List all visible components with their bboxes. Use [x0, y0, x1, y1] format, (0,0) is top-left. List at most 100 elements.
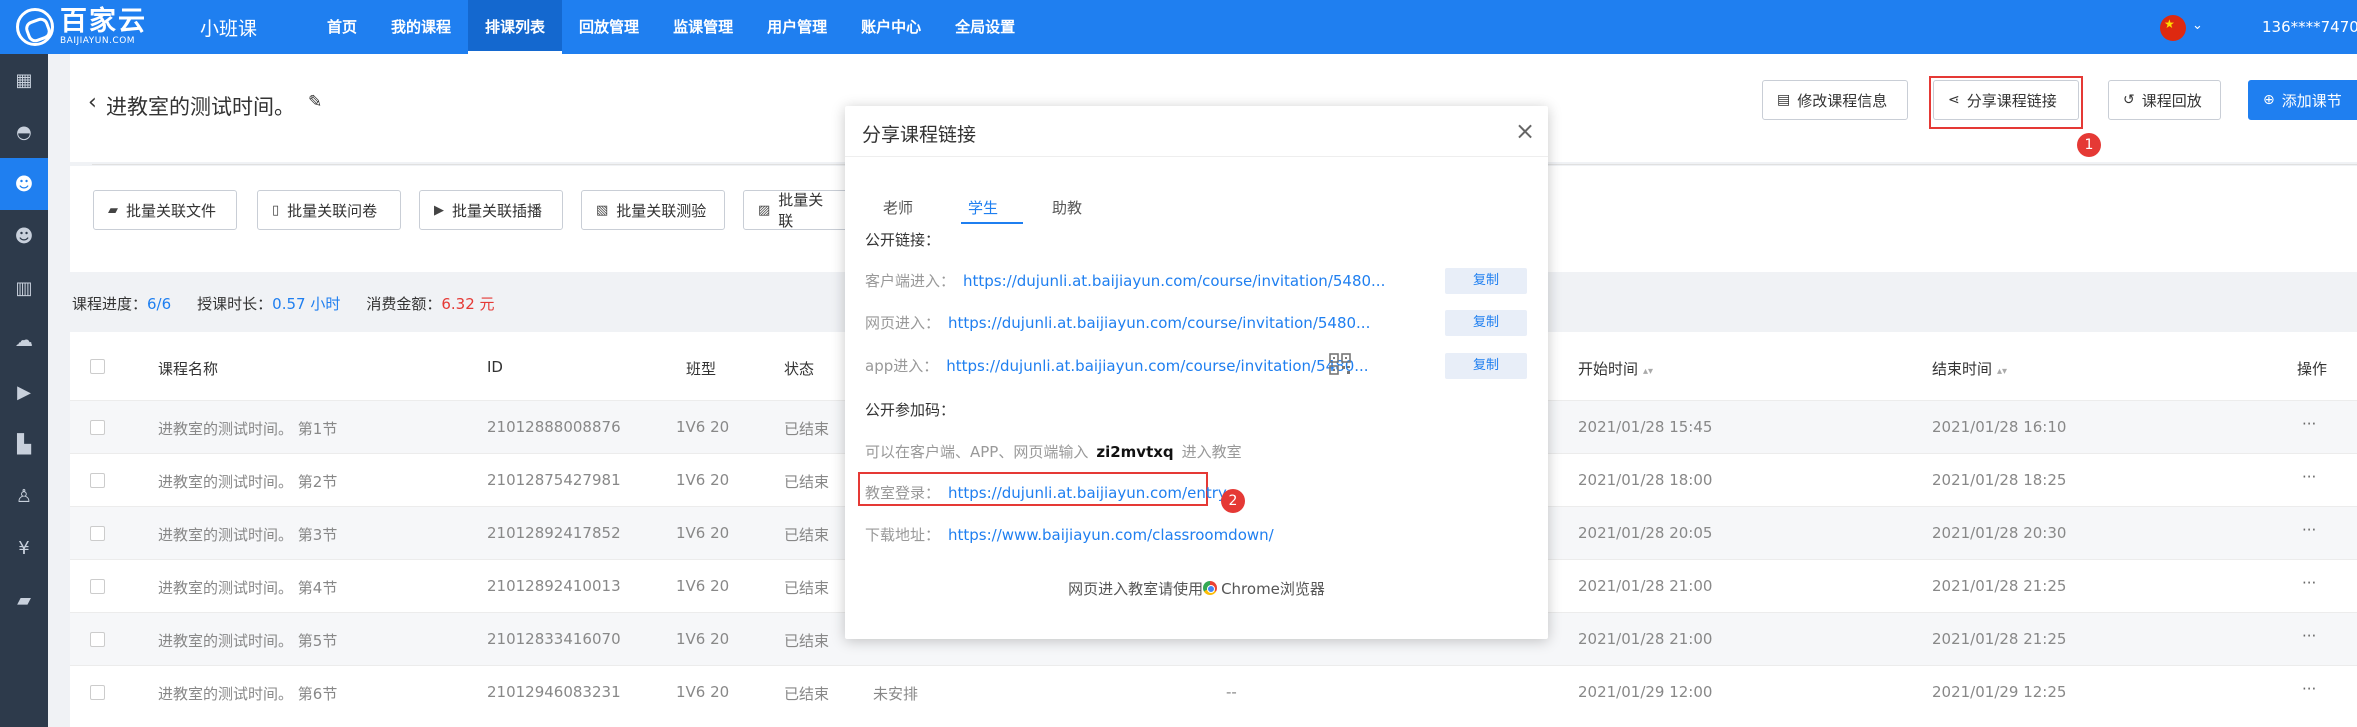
- sidebar: ▦ ◓ ☻ ☻ ▥ ☁ ▶ ▙ ♙ ¥ ▰: [0, 54, 48, 727]
- duration-value: 0.57 小时: [272, 295, 341, 313]
- sidebar-item-files[interactable]: ▰: [0, 574, 48, 626]
- sidebar-item-building[interactable]: ▥: [0, 262, 48, 314]
- nav-home[interactable]: 首页: [310, 0, 374, 54]
- lesson-name[interactable]: 进教室的测试时间。 第6节: [158, 683, 337, 704]
- row-checkbox[interactable]: [90, 420, 105, 435]
- language-flag-icon[interactable]: [2160, 15, 2186, 41]
- group-icon: ☻: [14, 225, 34, 247]
- batch-link-survey-button[interactable]: ▯ 批量关联问卷: [257, 190, 401, 230]
- close-icon[interactable]: ×: [1515, 117, 1535, 145]
- select-all-checkbox[interactable]: [90, 359, 105, 374]
- tab-student[interactable]: 学生: [968, 197, 998, 218]
- client-entry-url[interactable]: https://dujunli.at.baijiayun.com/course/…: [963, 272, 1385, 290]
- row-more-icon[interactable]: ···: [2302, 521, 2316, 539]
- sidebar-item-finance[interactable]: ¥: [0, 522, 48, 574]
- classroom-login-label: 教室登录：: [865, 484, 941, 502]
- sidebar-item-users[interactable]: ☻: [0, 158, 48, 210]
- add-lesson-button[interactable]: ⊕ 添加课节: [2248, 80, 2357, 120]
- cloud-icon: ☁: [15, 329, 33, 351]
- row-more-icon[interactable]: ···: [2302, 468, 2316, 486]
- lesson-class-type: 1V6 20: [676, 524, 730, 542]
- course-replay-button[interactable]: ↺ 课程回放: [2108, 80, 2221, 120]
- column-header-ops: 操作: [2297, 360, 2328, 378]
- column-header-start-time[interactable]: 开始时间 ▴▾: [1578, 358, 1653, 379]
- batch-link-quiz-button[interactable]: ▧ 批量关联测验: [581, 190, 725, 230]
- course-stats: 课程进度：6/6 授课时长：0.57 小时 消费金额：6.32 元: [72, 293, 521, 314]
- nav-schedule-list[interactable]: 排课列表: [468, 0, 563, 54]
- batch-link-more-button[interactable]: ▨ 批量关联: [743, 190, 853, 230]
- row-more-icon[interactable]: ···: [2302, 574, 2316, 592]
- back-arrow-icon[interactable]: ‹: [88, 90, 97, 115]
- lesson-id: 21012892410013: [487, 577, 621, 595]
- sidebar-item-teacher[interactable]: ♙: [0, 470, 48, 522]
- row-more-icon[interactable]: ···: [2302, 680, 2316, 698]
- lesson-name[interactable]: 进教室的测试时间。 第5节: [158, 630, 337, 651]
- lesson-name[interactable]: 进教室的测试时间。 第2节: [158, 471, 337, 492]
- lesson-id: 21012833416070: [487, 630, 621, 648]
- nav-replay-management[interactable]: 回放管理: [562, 0, 656, 54]
- lesson-status: 已结束: [784, 473, 830, 491]
- lesson-status: 已结束: [784, 526, 830, 544]
- row-checkbox[interactable]: [90, 632, 105, 647]
- sidebar-item-play[interactable]: ▶: [0, 366, 48, 418]
- start-time-label: 开始时间: [1578, 360, 1639, 378]
- download-url[interactable]: https://www.baijiayun.com/classroomdown/: [948, 526, 1274, 544]
- sidebar-item-user[interactable]: ◓: [0, 106, 48, 158]
- lesson-name[interactable]: 进教室的测试时间。 第3节: [158, 524, 337, 545]
- lesson-start: 2021/01/29 12:00: [1578, 683, 1713, 701]
- column-header-status: 状态: [784, 360, 815, 378]
- lesson-end: 2021/01/28 16:10: [1932, 418, 2067, 436]
- edit-title-icon[interactable]: ✎: [308, 92, 322, 112]
- qr-code-icon[interactable]: [1329, 353, 1351, 375]
- classroom-login-url[interactable]: https://dujunli.at.baijiayun.com/entry: [948, 484, 1227, 502]
- nav-user-management[interactable]: 用户管理: [750, 0, 844, 54]
- row-checkbox[interactable]: [90, 473, 105, 488]
- nav-my-courses[interactable]: 我的课程: [374, 0, 468, 54]
- sidebar-item-dashboard[interactable]: ▦: [0, 54, 48, 106]
- sidebar-item-org[interactable]: ▙: [0, 418, 48, 470]
- lesson-end: 2021/01/28 20:30: [1932, 524, 2067, 542]
- page-title: 进教室的测试时间。: [106, 95, 295, 119]
- classroom-login-row: 教室登录： https://dujunli.at.baijiayun.com/en…: [865, 482, 1227, 503]
- folder-icon: ▰: [108, 202, 118, 218]
- edit-course-info-button[interactable]: ▤ 修改课程信息: [1762, 80, 1908, 120]
- client-entry-label: 客户端进入：: [865, 272, 956, 290]
- row-checkbox[interactable]: [90, 579, 105, 594]
- tab-teacher[interactable]: 老师: [883, 197, 913, 218]
- web-entry-url[interactable]: https://dujunli.at.baijiayun.com/course/…: [948, 314, 1370, 332]
- column-header-end-time[interactable]: 结束时间 ▴▾: [1932, 358, 2007, 379]
- copy-client-link-button[interactable]: 复制: [1445, 268, 1527, 294]
- nav-account-center[interactable]: 账户中心: [844, 0, 938, 54]
- progress-value: 6/6: [147, 295, 172, 313]
- lesson-name[interactable]: 进教室的测试时间。 第4节: [158, 577, 337, 598]
- add-lesson-label: 添加课节: [2281, 91, 2342, 110]
- row-more-icon[interactable]: ···: [2302, 627, 2316, 645]
- copy-app-link-button[interactable]: 复制: [1445, 353, 1527, 379]
- row-checkbox[interactable]: [90, 526, 105, 541]
- nav-monitor-management[interactable]: 监课管理: [656, 0, 750, 54]
- batch-link-insert-button[interactable]: ▶ 批量关联插播: [419, 190, 563, 230]
- row-more-icon[interactable]: ···: [2302, 415, 2316, 433]
- tab-assistant[interactable]: 助教: [1052, 197, 1082, 218]
- copy-web-link-button[interactable]: 复制: [1445, 310, 1527, 336]
- table-row: 进教室的测试时间。 第6节 21012946083231 1V6 20 已结束 …: [70, 665, 2357, 718]
- app-entry-url[interactable]: https://dujunli.at.baijiayun.com/course/…: [946, 357, 1368, 375]
- user-account[interactable]: 136****7470: [2262, 18, 2357, 36]
- batch-link-quiz-label: 批量关联测验: [616, 201, 707, 220]
- lesson-name[interactable]: 进教室的测试时间。 第1节: [158, 418, 337, 439]
- survey-icon: ▯: [272, 202, 280, 218]
- org-icon: ▙: [17, 433, 31, 455]
- edit-course-info-label: 修改课程信息: [1797, 91, 1888, 110]
- brand-logo[interactable]: 百家云 BAIJIAYUN.COM: [16, 8, 176, 46]
- row-checkbox[interactable]: [90, 685, 105, 700]
- lesson-dash: --: [1226, 683, 1237, 701]
- web-entry-row: 网页进入： https://dujunli.at.baijiayun.com/co…: [865, 312, 1370, 333]
- sort-icon: ▴▾: [1997, 366, 2008, 377]
- sidebar-item-group[interactable]: ☻: [0, 210, 48, 262]
- batch-link-files-button[interactable]: ▰ 批量关联文件: [93, 190, 237, 230]
- end-time-label: 结束时间: [1932, 360, 1993, 378]
- sidebar-item-cloud[interactable]: ☁: [0, 314, 48, 366]
- nav-global-settings[interactable]: 全局设置: [938, 0, 1032, 54]
- chevron-down-icon[interactable]: ⌄: [2192, 18, 2203, 33]
- folder-icon: ▰: [17, 589, 31, 611]
